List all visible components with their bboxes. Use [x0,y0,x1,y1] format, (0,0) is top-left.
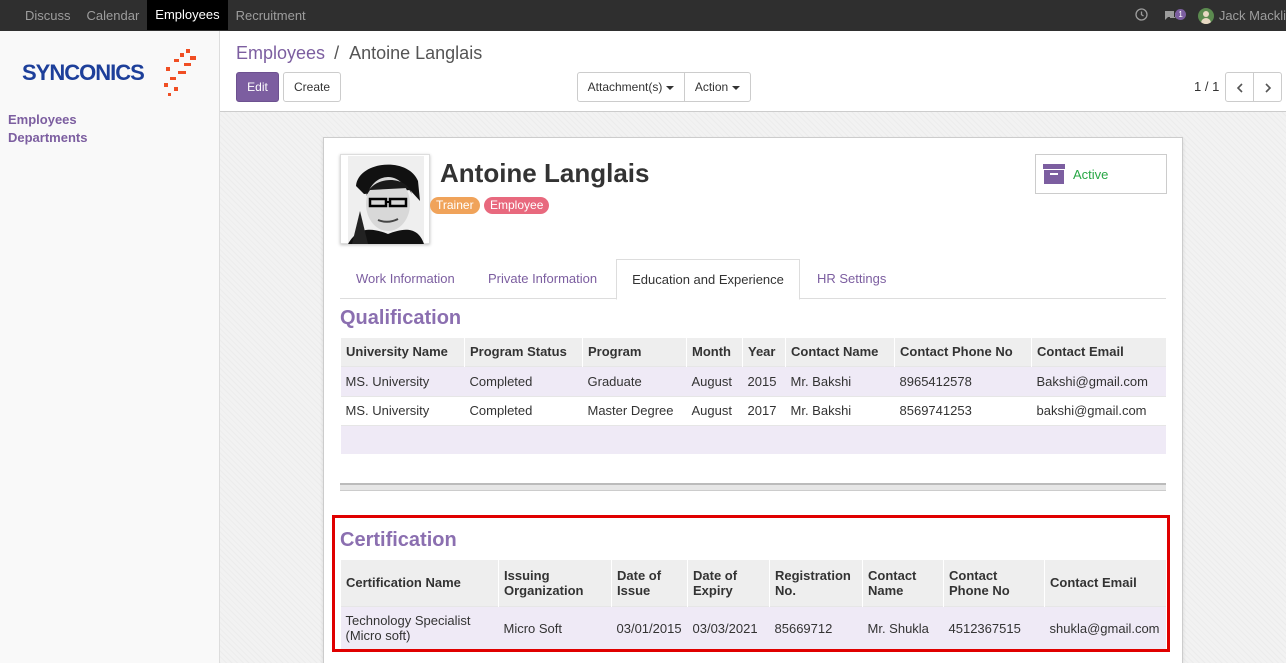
table-cell: Mr. Bakshi [785,395,895,425]
control-panel: Employees / Antoine Langlais Edit Create… [220,31,1286,112]
logo-text: SYNCONICS [22,60,145,85]
menu-discuss[interactable]: Discuss [17,0,79,31]
pager-next-button[interactable] [1253,72,1282,102]
table-cell: MS. University [340,365,465,396]
chevron-left-icon [1236,83,1243,93]
tag-trainer[interactable]: Trainer [430,197,480,214]
column-header[interactable]: University Name [340,338,465,366]
column-header[interactable]: Year [742,338,786,366]
table-row[interactable]: MS. University Completed Graduate August… [340,365,1166,396]
menu-calendar[interactable]: Calendar [79,0,148,31]
table-cell: Mr. Bakshi [785,365,895,396]
breadcrumb: Employees / Antoine Langlais [236,43,482,64]
edit-button[interactable]: Edit [236,72,279,102]
table-cell: Completed [464,365,583,396]
table-cell: bakshi@gmail.com [1031,395,1166,425]
attachments-dropdown[interactable]: Attachment(s) [577,72,685,102]
tab-work-information[interactable]: Work Information [356,259,455,299]
top-navbar: Discuss Calendar Employees Recruitment 1… [0,0,1286,31]
table-cell: 2015 [742,365,786,396]
employee-photo[interactable] [340,154,430,244]
chevron-right-icon [1264,83,1271,93]
table-row[interactable]: MS. University Completed Master Degree A… [340,395,1166,425]
action-label: Action [694,80,729,94]
tab-education-and-experience[interactable]: Education and Experience [616,259,800,300]
logo-mark-icon [164,49,196,96]
employee-name: Antoine Langlais [440,158,650,188]
table-cell: August [686,395,743,425]
create-button[interactable]: Create [283,72,341,102]
table-cell: Completed [464,395,583,425]
menu-recruitment[interactable]: Recruitment [228,0,314,31]
column-header[interactable]: Contact Phone No [894,338,1032,366]
pager-previous-button[interactable] [1225,72,1254,102]
table-footer-bar [340,483,1166,491]
column-header[interactable]: Month [686,338,743,366]
chat-count-badge: 1 [1175,9,1186,20]
table-cell: August [686,365,743,396]
action-dropdown[interactable]: Action [684,72,751,102]
menu-employees[interactable]: Employees [147,0,228,30]
table-cell: Graduate [582,365,687,396]
table-cell: 8569741253 [894,395,1032,425]
table-cell: MS. University [340,395,465,425]
tab-hr-settings[interactable]: HR Settings [817,259,886,299]
column-header[interactable]: Program Status [464,338,583,366]
breadcrumb-current: Antoine Langlais [349,43,483,63]
tab-bar: Work Information Private Information Edu… [340,259,1166,300]
caret-down-icon [732,85,741,90]
breadcrumb-separator: / [334,43,340,63]
sidebar-item-departments[interactable]: Departments [0,129,95,147]
chat-icon[interactable]: 1 [1164,9,1186,21]
company-logo: SYNCONICS [22,47,202,97]
sidebar: SYNCONICS Employees Departments [0,31,220,663]
sidebar-item-employees[interactable]: Employees [0,111,95,129]
empty-row [340,424,1166,454]
column-header[interactable]: Contact Name [785,338,895,366]
user-name[interactable]: Jack Mackli [1219,8,1286,23]
tag-employee[interactable]: Employee [484,197,550,214]
tab-private-information[interactable]: Private Information [488,259,597,299]
active-status-label: Active [1073,167,1109,182]
column-header[interactable]: Program [582,338,687,366]
qualification-table: University Name Program Status Program M… [340,338,1166,454]
attachments-label: Attachment(s) [587,80,663,94]
table-cell: 8965412578 [894,365,1032,396]
avatar[interactable] [1197,7,1214,24]
pager-value[interactable]: 1 / 1 [1194,79,1219,94]
qualification-title: Qualification [340,307,462,329]
caret-down-icon [666,85,675,90]
column-header[interactable]: Contact Email [1031,338,1166,366]
table-cell: Bakshi@gmail.com [1031,365,1166,396]
table-cell: 2017 [742,395,786,425]
clock-icon[interactable] [1135,7,1149,24]
archive-icon [1043,164,1065,184]
certification-highlight-box [332,515,1170,652]
table-cell: Master Degree [582,395,687,425]
main-menu: Discuss Calendar Employees Recruitment [17,0,314,31]
systray: 1 Jack Mackli [1135,0,1286,31]
breadcrumb-employees[interactable]: Employees [236,43,325,63]
active-toggle-button[interactable]: Active [1035,154,1167,194]
